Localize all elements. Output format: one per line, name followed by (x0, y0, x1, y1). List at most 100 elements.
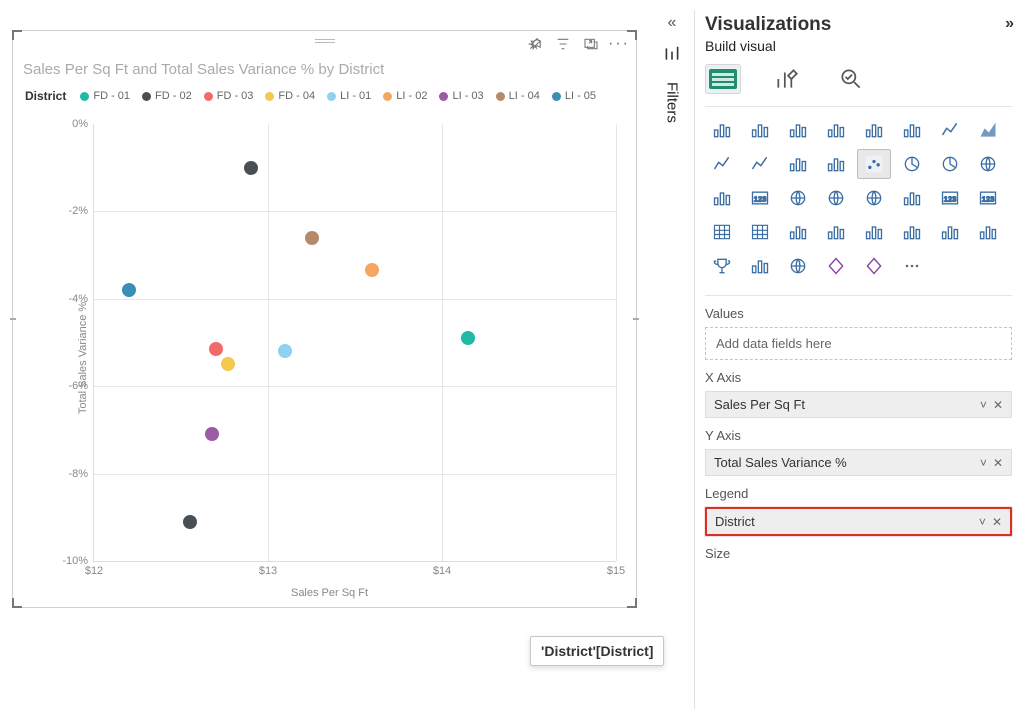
viz-type-gauge[interactable] (705, 183, 739, 213)
viz-type-line-clustered[interactable] (743, 149, 777, 179)
viz-type-r[interactable] (781, 217, 815, 247)
viz-type-funnel[interactable] (819, 149, 853, 179)
resize-handle-right[interactable] (633, 318, 639, 320)
data-point[interactable] (205, 427, 219, 441)
gridline-horizontal (94, 386, 616, 387)
viz-type-bar-small[interactable] (743, 251, 777, 281)
remove-field-icon[interactable]: ✕ (992, 515, 1002, 529)
focus-mode-icon[interactable] (582, 35, 600, 53)
remove-field-icon[interactable]: ✕ (993, 456, 1003, 470)
data-point[interactable] (305, 231, 319, 245)
legend-item[interactable]: LI - 05 (552, 90, 596, 102)
size-label: Size (705, 546, 1012, 561)
yaxis-field-chip[interactable]: Total Sales Variance % ˅ ✕ (705, 449, 1012, 476)
viz-type-azure-map[interactable] (857, 183, 891, 213)
filter-icon[interactable] (554, 35, 572, 53)
viz-type-matrix[interactable] (743, 217, 777, 247)
visual-drag-handle[interactable] (313, 39, 337, 43)
xaxis-field-chip[interactable]: Sales Per Sq Ft ˅ ✕ (705, 391, 1012, 418)
viz-type-treemap[interactable] (971, 149, 1005, 179)
build-visual-tab[interactable] (705, 64, 741, 94)
viz-type-decomp[interactable] (857, 217, 891, 247)
viz-type-line[interactable] (933, 115, 967, 145)
pin-icon[interactable] (526, 35, 544, 53)
viz-type-donut[interactable] (933, 149, 967, 179)
legend-item[interactable]: LI - 02 (383, 90, 427, 102)
format-visual-tab[interactable] (769, 64, 805, 94)
more-options-icon[interactable]: ··· (610, 35, 628, 53)
data-point[interactable] (221, 357, 235, 371)
resize-handle-left[interactable] (10, 318, 16, 320)
resize-handle-br[interactable] (627, 598, 637, 608)
viz-type-waterfall[interactable] (781, 149, 815, 179)
svg-text:123: 123 (944, 194, 957, 203)
build-visual-subtitle: Build visual (705, 38, 1022, 54)
viz-type-filled-map[interactable] (819, 183, 853, 213)
data-point[interactable] (209, 342, 223, 356)
viz-type-line-stacked[interactable] (705, 149, 739, 179)
viz-type-clustered-column-line[interactable] (895, 115, 929, 145)
viz-type-trophy[interactable] (705, 251, 739, 281)
chevron-down-icon[interactable]: ˅ (980, 456, 987, 470)
gridline-vertical (442, 124, 443, 561)
data-point[interactable] (244, 161, 258, 175)
legend-item-label: LI - 02 (396, 90, 427, 102)
resize-handle-bl[interactable] (12, 598, 22, 608)
legend-field-chip[interactable]: District ˅ ✕ (705, 507, 1012, 536)
viz-type-stacked-bar-100[interactable] (857, 115, 891, 145)
viz-type-paginated[interactable] (971, 217, 1005, 247)
values-label: Values (705, 306, 1012, 321)
chart-visual-container[interactable]: ··· Sales Per Sq Ft and Total Sales Vari… (12, 30, 637, 608)
expand-panel-icon[interactable]: » (1005, 15, 1014, 33)
y-axis-title: Total Sales Variance % (77, 302, 89, 414)
legend-item[interactable]: LI - 01 (327, 90, 371, 102)
y-tick-label: 0% (72, 118, 94, 130)
chevron-down-icon[interactable]: ˅ (979, 515, 986, 529)
resize-handle-tl[interactable] (12, 30, 22, 40)
viz-type-stacked-column[interactable] (781, 115, 815, 145)
viz-type-map[interactable] (781, 183, 815, 213)
viz-type-map2[interactable] (781, 251, 815, 281)
viz-type-clustered-bar[interactable] (743, 115, 777, 145)
legend-item[interactable]: LI - 04 (496, 90, 540, 102)
filters-label[interactable]: Filters (664, 82, 681, 123)
viz-type-slicer[interactable]: 123 (971, 183, 1005, 213)
legend-item[interactable]: LI - 03 (439, 90, 483, 102)
legend-item[interactable]: FD - 03 (204, 90, 254, 102)
legend-swatch (265, 92, 274, 101)
data-point[interactable] (365, 263, 379, 277)
collapse-filters-icon[interactable]: « (668, 14, 677, 32)
values-well[interactable]: Add data fields here (705, 327, 1012, 360)
visualizations-panel: Visualizations » Build visual 123123123 … (694, 10, 1022, 709)
viz-type-powerautomate[interactable] (857, 251, 891, 281)
legend-item[interactable]: FD - 04 (265, 90, 315, 102)
viz-type-card2[interactable]: 123 (743, 183, 777, 213)
analytics-tab[interactable] (833, 64, 869, 94)
viz-type-powerapps[interactable] (819, 251, 853, 281)
viz-type-key-influencers[interactable] (895, 217, 929, 247)
viz-type-py[interactable] (819, 217, 853, 247)
data-point[interactable] (122, 283, 136, 297)
filters-pane-icon[interactable] (662, 46, 682, 62)
data-point[interactable] (278, 344, 292, 358)
data-point[interactable] (461, 331, 475, 345)
legend-item-label: LI - 01 (340, 90, 371, 102)
viz-type-pie[interactable] (895, 149, 929, 179)
scatter-plot-area[interactable]: $12$13$14$150%-2%-4%-6%-8%-10% (93, 124, 616, 562)
viz-type-more[interactable] (895, 251, 929, 281)
viz-type-table[interactable] (705, 217, 739, 247)
data-point[interactable] (183, 515, 197, 529)
gridline-horizontal (94, 299, 616, 300)
viz-type-chat[interactable] (933, 217, 967, 247)
viz-type-gauge2[interactable] (895, 183, 929, 213)
viz-type-stacked-bar[interactable] (705, 115, 739, 145)
chevron-down-icon[interactable]: ˅ (980, 398, 987, 412)
viz-type-scatter-chart[interactable] (857, 149, 891, 179)
remove-field-icon[interactable]: ✕ (993, 398, 1003, 412)
legend-item[interactable]: FD - 02 (142, 90, 192, 102)
viz-type-clustered-column[interactable] (819, 115, 853, 145)
viz-type-kpi[interactable]: 123 (933, 183, 967, 213)
legend-item[interactable]: FD - 01 (80, 90, 130, 102)
y-tick-label: -6% (68, 380, 94, 392)
viz-type-area[interactable] (971, 115, 1005, 145)
